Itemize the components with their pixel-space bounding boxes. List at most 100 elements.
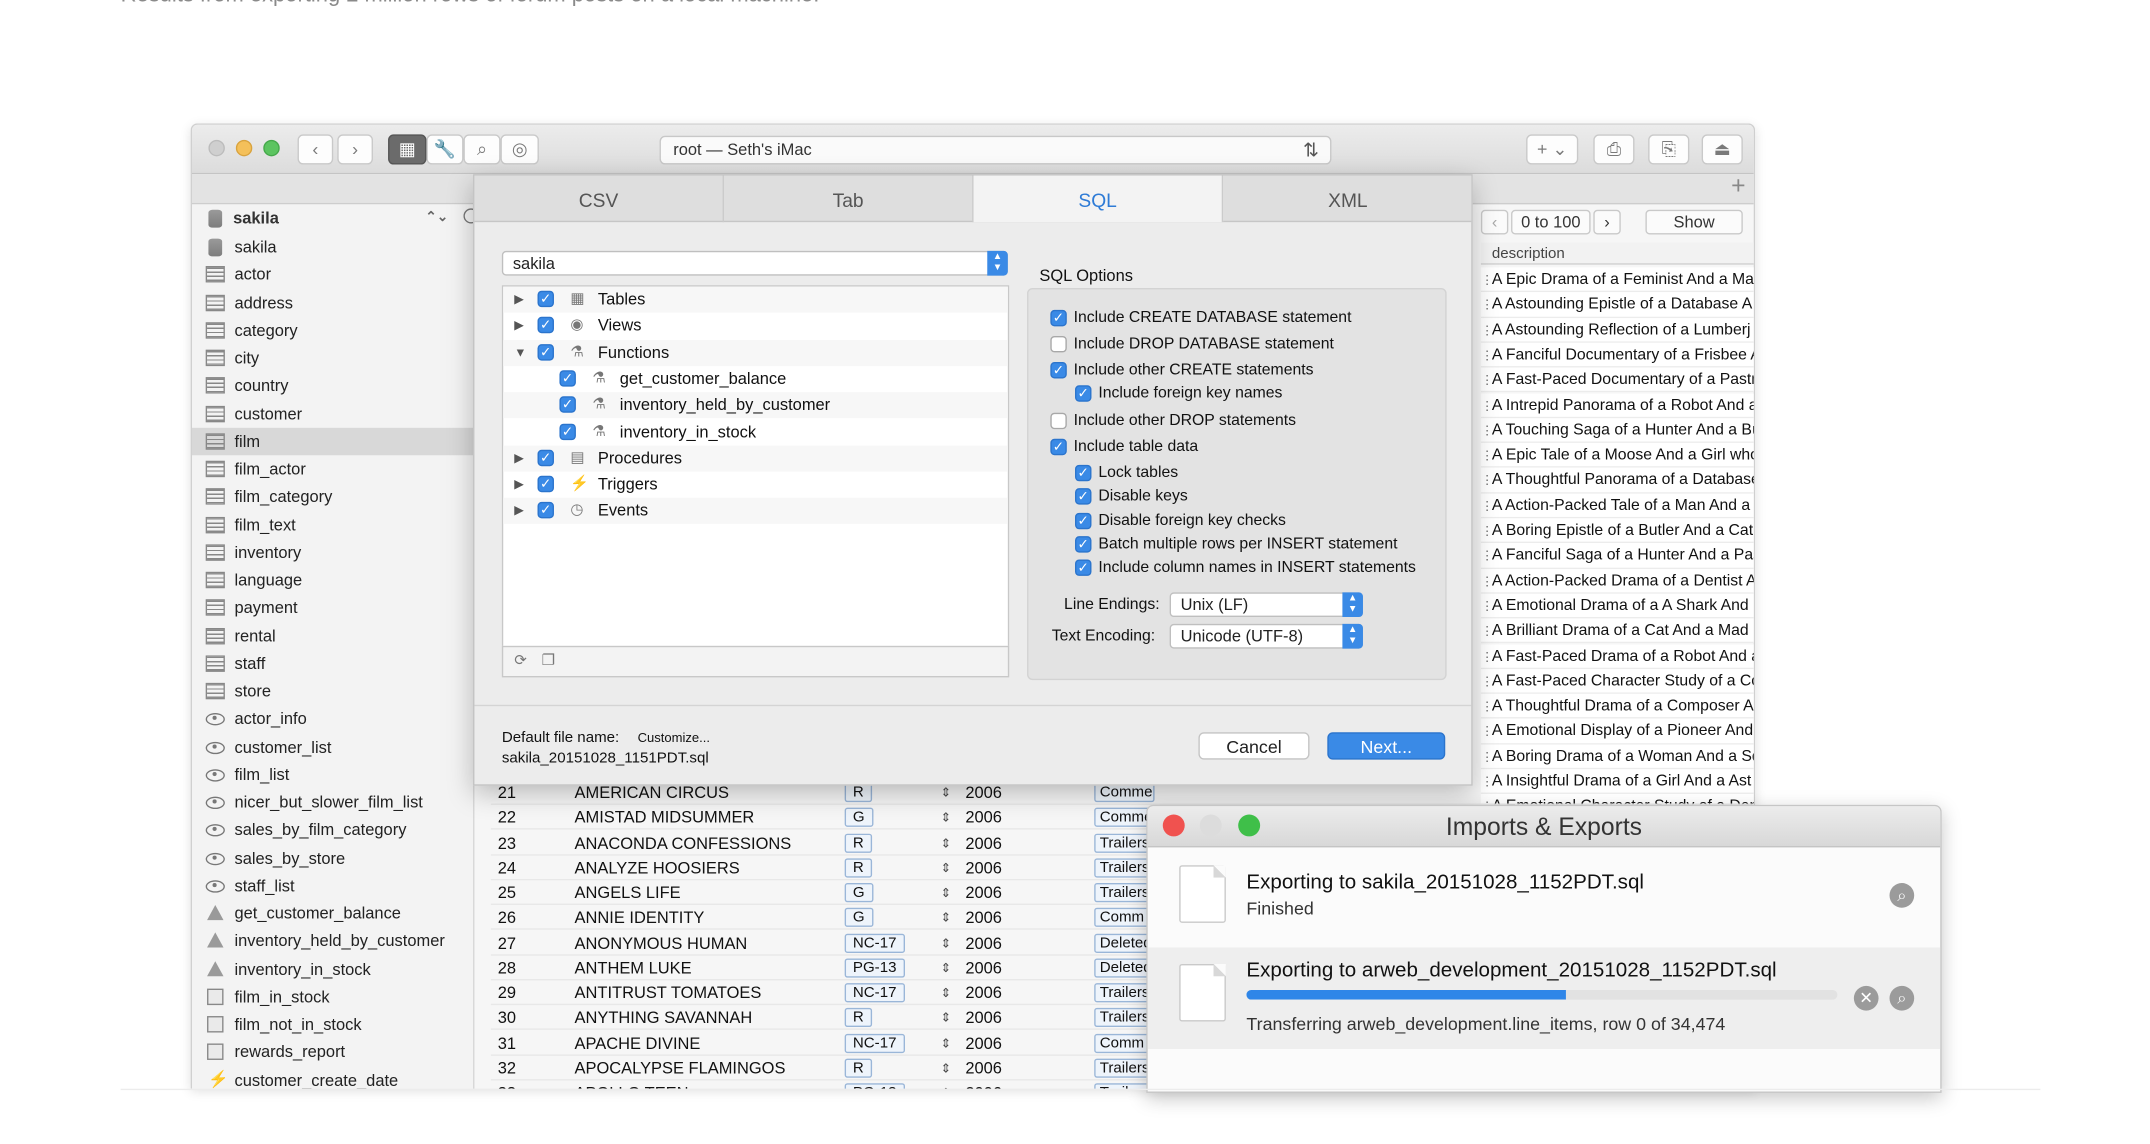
tree-item-checkbox[interactable]: ✓ bbox=[537, 502, 554, 519]
disclosure-triangle-icon[interactable]: ▶ bbox=[514, 472, 523, 498]
text-encoding-select[interactable]: Unicode (UTF-8) ▲ ▼ bbox=[1169, 623, 1363, 649]
cell-title[interactable]: ANYTHING SAVANNAH bbox=[575, 1005, 753, 1030]
cell-year[interactable]: 2006 bbox=[965, 1030, 1002, 1055]
disclosure-triangle-icon[interactable]: ▼ bbox=[514, 340, 526, 366]
cell-id[interactable]: 32 bbox=[498, 1055, 516, 1080]
tab-xml[interactable]: XML bbox=[1223, 176, 1473, 223]
cell-title[interactable]: ANACONDA CONFESSIONS bbox=[575, 830, 792, 855]
sidebar-item-sakila[interactable]: sakila bbox=[192, 233, 474, 260]
sidebar-item-film[interactable]: film bbox=[191, 427, 475, 455]
back-button[interactable]: ‹ bbox=[297, 134, 334, 165]
tree-item-checkbox[interactable]: ✓ bbox=[537, 449, 554, 466]
option-checkbox[interactable]: ✓ bbox=[1075, 559, 1092, 576]
sidebar-item-city[interactable]: city bbox=[192, 344, 474, 371]
table-row[interactable]: ⋮ A Thoughtful Panorama of a Database bbox=[1480, 468, 1754, 494]
cell-year[interactable]: 2006 bbox=[965, 955, 1002, 980]
sidebar-item-actor[interactable]: actor bbox=[192, 261, 474, 288]
table-row[interactable]: ⋮ A Emotional Display of a Pioneer And bbox=[1480, 719, 1754, 745]
cell-title[interactable]: ANTITRUST TOMATOES bbox=[575, 980, 762, 1005]
import-icon[interactable]: ⎘ bbox=[1648, 134, 1690, 165]
cell-year[interactable]: 2006 bbox=[965, 930, 1002, 955]
cell-title[interactable]: AMISTAD MIDSUMMER bbox=[575, 805, 755, 830]
disclosure-triangle-icon[interactable]: ▶ bbox=[514, 287, 523, 313]
show-button[interactable]: Show bbox=[1645, 209, 1743, 235]
cell-rating[interactable]: R bbox=[844, 782, 873, 803]
sidebar-item-country[interactable]: country bbox=[192, 372, 474, 399]
enum-arrows-icon[interactable]: ⇕ bbox=[941, 805, 951, 830]
cell-rating[interactable]: R bbox=[844, 858, 873, 878]
cell-rating[interactable]: PG-13 bbox=[844, 958, 905, 978]
table-row[interactable]: ⋮ A Astounding Reflection of a Lumberj bbox=[1480, 317, 1754, 343]
sidebar-item-customer_list[interactable]: customer_list bbox=[192, 733, 474, 760]
table-row[interactable]: ⋮ A Epic Drama of a Feminist And a Mad bbox=[1480, 267, 1754, 293]
duplicate-icon[interactable]: ❐ bbox=[542, 651, 556, 669]
table-row[interactable]: ⋮ A Fast-Paced Documentary of a Pastr bbox=[1480, 367, 1754, 393]
table-row[interactable]: ⋮ A Fanciful Saga of a Hunter And a Pas bbox=[1480, 543, 1754, 569]
cell-title[interactable]: APACHE DIVINE bbox=[575, 1030, 701, 1055]
cell-rating[interactable]: NC-17 bbox=[844, 983, 905, 1003]
add-dropdown-button[interactable]: + ⌄ bbox=[1526, 134, 1579, 165]
tree-item-checkbox[interactable]: ✓ bbox=[559, 396, 576, 413]
customize-link[interactable]: Customize... bbox=[638, 729, 710, 748]
cancel-button[interactable]: Cancel bbox=[1198, 732, 1310, 760]
sidebar-item-payment[interactable]: payment bbox=[192, 594, 474, 621]
enum-arrows-icon[interactable]: ⇕ bbox=[941, 905, 951, 930]
option-checkbox[interactable]: ✓ bbox=[1050, 361, 1067, 379]
cell-year[interactable]: 2006 bbox=[965, 855, 1002, 880]
minimize-button[interactable] bbox=[1199, 814, 1222, 837]
sidebar-item-rental[interactable]: rental bbox=[192, 622, 474, 649]
tab-tab[interactable]: Tab bbox=[724, 175, 974, 223]
zoom-button[interactable] bbox=[1238, 814, 1261, 837]
sidebar-item-inventory_in_stock[interactable]: inventory_in_stock bbox=[192, 955, 474, 982]
sidebar-item-nicer_but_slower_film_list[interactable]: nicer_but_slower_film_list bbox=[192, 788, 474, 815]
minimize-button[interactable] bbox=[235, 139, 253, 157]
export-icon[interactable]: ⎙ bbox=[1593, 134, 1635, 165]
sidebar-item-category[interactable]: category bbox=[192, 316, 474, 343]
cell-title[interactable]: ANGELS LIFE bbox=[575, 880, 681, 905]
cell-id[interactable]: 33 bbox=[498, 1081, 516, 1088]
table-row[interactable]: ⋮ A Fast-Paced Drama of a Robot And a bbox=[1480, 643, 1754, 669]
enum-arrows-icon[interactable]: ⇕ bbox=[941, 855, 951, 880]
sidebar-item-address[interactable]: address bbox=[192, 289, 474, 316]
cell-year[interactable]: 2006 bbox=[965, 805, 1002, 830]
forward-button[interactable]: › bbox=[337, 134, 373, 165]
cell-id[interactable]: 26 bbox=[498, 905, 516, 930]
disclosure-triangle-icon[interactable]: ▶ bbox=[514, 498, 523, 524]
option-checkbox[interactable]: ✓ bbox=[1075, 536, 1092, 553]
tree-item[interactable]: ✓ ⚗ get_customer_balance bbox=[503, 366, 1008, 392]
tab-sql[interactable]: SQL bbox=[973, 175, 1224, 223]
table-row[interactable]: ⋮ A Boring Drama of a Woman And a Sq bbox=[1480, 744, 1754, 770]
option-checkbox[interactable] bbox=[1050, 412, 1067, 430]
cell-year[interactable]: 2006 bbox=[965, 1081, 1002, 1088]
database-selector[interactable]: sakila ⌃⌄ bbox=[192, 204, 479, 231]
cell-year[interactable]: 2006 bbox=[965, 880, 1002, 905]
sidebar-item-store[interactable]: store bbox=[192, 677, 474, 704]
option-checkbox[interactable]: ✓ bbox=[1050, 309, 1067, 327]
option-checkbox[interactable]: ✓ bbox=[1075, 385, 1092, 402]
add-tab-icon[interactable]: + bbox=[1731, 171, 1745, 200]
tree-item[interactable]: ▶ ✓ ▦ Tables bbox=[503, 286, 1008, 313]
sidebar-item-rewards_report[interactable]: rewards_report bbox=[192, 1038, 474, 1065]
cell-sf[interactable]: Commentaries,Behind the Scenes bbox=[1094, 782, 1155, 803]
cell-rating[interactable]: G bbox=[844, 908, 873, 928]
cell-title[interactable]: ANNIE IDENTITY bbox=[575, 905, 705, 930]
help-icon[interactable]: ◎ bbox=[500, 134, 539, 165]
table-row[interactable]: ⋮ A Action-Packed Tale of a Man And a bbox=[1480, 493, 1754, 519]
enum-arrows-icon[interactable]: ⇕ bbox=[941, 880, 951, 905]
table-row[interactable]: ⋮ A Fast-Paced Character Study of a Co bbox=[1480, 668, 1754, 694]
table-row[interactable]: ⋮ A Astounding Epistle of a Database A bbox=[1480, 292, 1754, 318]
refresh-icon[interactable]: ⟳ bbox=[514, 651, 527, 669]
tree-item-checkbox[interactable]: ✓ bbox=[537, 343, 554, 361]
table-view-icon[interactable]: ▦ bbox=[388, 134, 427, 165]
cell-year[interactable]: 2006 bbox=[965, 830, 1002, 855]
reveal-magnifier-icon[interactable]: ⌕ bbox=[1889, 883, 1915, 908]
enum-arrows-icon[interactable]: ⇕ bbox=[941, 1081, 951, 1089]
cell-rating[interactable]: R bbox=[844, 1008, 873, 1028]
search-icon[interactable]: ⌕ bbox=[463, 134, 501, 165]
sidebar-item-film_list[interactable]: film_list bbox=[192, 761, 474, 788]
tree-item[interactable]: ▼ ✓ ⚗ Functions bbox=[503, 339, 1008, 366]
prev-page-button[interactable]: ‹ bbox=[1480, 209, 1509, 235]
sort-arrows-icon[interactable]: ⇅ bbox=[1303, 137, 1319, 163]
sidebar-item-film_text[interactable]: film_text bbox=[192, 511, 474, 538]
enum-arrows-icon[interactable]: ⇕ bbox=[941, 980, 951, 1005]
